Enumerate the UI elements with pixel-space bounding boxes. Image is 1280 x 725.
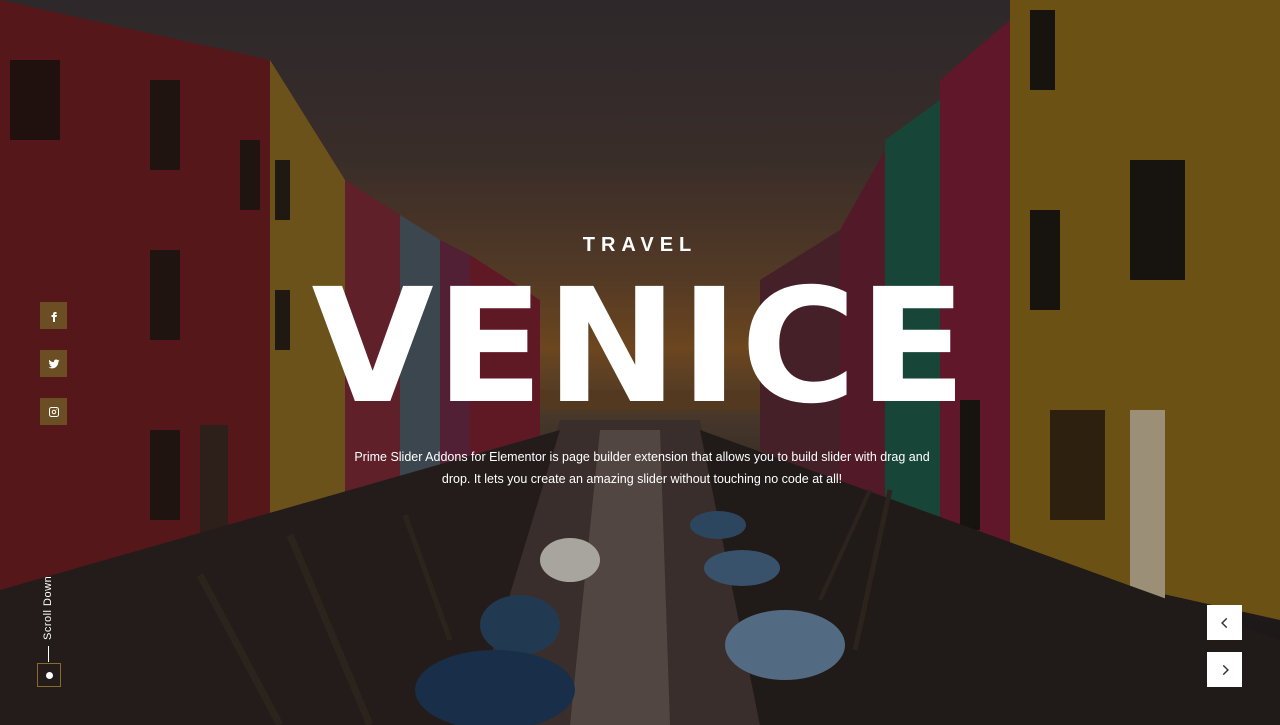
previous-slide-button[interactable] [1207,605,1242,640]
slider-stage: Scroll Down TRAVEL VENICE Prime Slider A… [0,0,1280,725]
scroll-line [48,646,49,662]
slide-subtitle: TRAVEL [582,234,698,256]
scroll-indicator [37,663,61,687]
scroll-down-label: Scroll Down [42,575,54,640]
chevron-left-icon [1220,617,1227,628]
slide-description: Prime Slider Addons for Elementor is pag… [354,450,930,486]
chevron-right-icon [1222,664,1229,675]
scroll-down-button[interactable]: Scroll Down [36,572,64,690]
next-slide-button[interactable] [1207,652,1242,687]
scroll-dot [45,671,53,679]
slide-title: VENICE [311,255,969,439]
